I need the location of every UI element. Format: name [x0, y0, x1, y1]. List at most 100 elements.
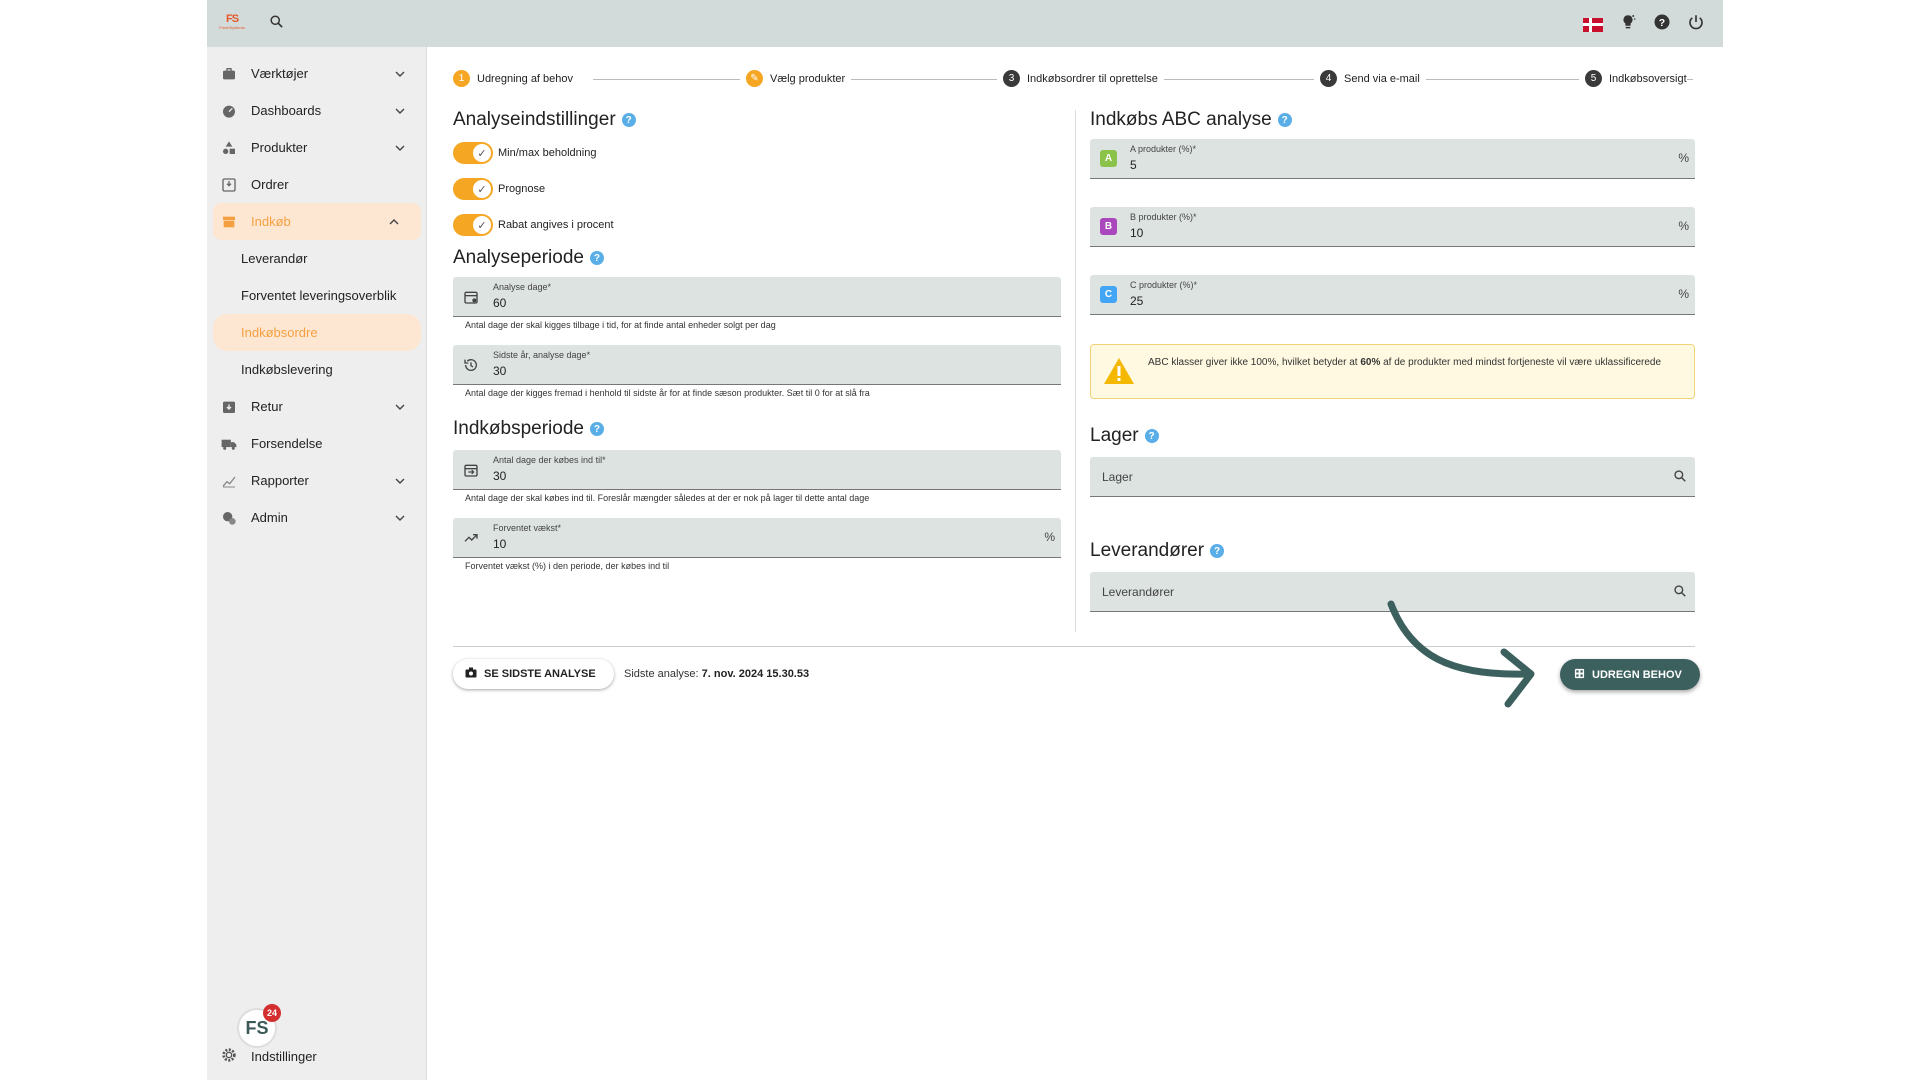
step-3[interactable]: 3 Indkøbsordrer til oprettelse — [997, 70, 1164, 87]
inbox-icon — [221, 177, 237, 193]
chevron-up-icon[interactable] — [389, 215, 399, 230]
warning-text-end: af de produkter med mindst fortjeneste v… — [1380, 357, 1662, 368]
toggle-label: Prognose — [498, 183, 546, 195]
help-icon[interactable]: ? — [1144, 429, 1159, 443]
suppliers-section: Leverandører ? — [1090, 538, 1695, 564]
step-4[interactable]: 4 Send via e-mail — [1314, 70, 1426, 87]
left-column: Analyseindstillinger ? ✓ Min/max beholdn… — [453, 107, 1061, 586]
c-badge-icon: C — [1100, 286, 1117, 303]
sidebar-item-admin[interactable]: Admin — [207, 499, 427, 536]
sidebar-item-label: Retur — [251, 399, 283, 414]
help-icon[interactable]: ? — [1210, 544, 1225, 558]
field-value: 10 — [493, 537, 507, 551]
toggle-row-min-max: ✓ Min/max beholdning — [453, 135, 1061, 171]
input-placeholder: Lager — [1102, 470, 1133, 484]
chevron-down-icon[interactable] — [395, 400, 405, 415]
app-badge[interactable]: FS 24 — [237, 1004, 281, 1048]
sidebar-subitem-forventet-leveringsoverblik[interactable]: Forventet leveringsoverblik — [207, 277, 427, 314]
field-label: A produkter (%)* — [1130, 144, 1197, 154]
help-icon[interactable]: ? — [1653, 13, 1671, 36]
danish-flag-icon[interactable] — [1583, 17, 1603, 32]
prognose-toggle[interactable]: ✓ — [453, 178, 493, 200]
sidebar-subitem-indkoebsordre[interactable]: Indkøbsordre — [213, 314, 421, 351]
trending-up-icon — [463, 530, 479, 551]
toggle-row-rabat: ✓ Rabat angives i procent — [453, 207, 1061, 243]
field-label: B produkter (%)* — [1130, 212, 1197, 222]
sidebar-item-vaerktoejer[interactable]: Værktøjer — [207, 55, 427, 92]
input-placeholder: Leverandører — [1102, 585, 1175, 599]
help-icon[interactable]: ? — [621, 113, 636, 127]
calculate-demand-button[interactable]: UDREGN BEHOV — [1560, 659, 1700, 690]
help-icon[interactable]: ? — [1277, 113, 1292, 127]
stepper: 1 Udregning af behov ✎ Vælg produkter 3 … — [453, 70, 1703, 90]
chevron-down-icon[interactable] — [395, 104, 405, 119]
toggle-label: Rabat angives i procent — [498, 219, 614, 231]
b-products-field[interactable]: B B produkter (%)* 10 % — [1090, 207, 1695, 247]
company-logo[interactable]: FS FreshSystems — [217, 13, 247, 35]
min-max-toggle[interactable]: ✓ — [453, 142, 493, 164]
toggle-label: Min/max beholdning — [498, 147, 597, 159]
chevron-down-icon[interactable] — [395, 141, 405, 156]
help-icon[interactable]: ? — [589, 251, 604, 265]
history-icon — [463, 357, 479, 378]
search-icon[interactable] — [269, 14, 284, 34]
step-2[interactable]: ✎ Vælg produkter — [740, 70, 852, 87]
sidebar-item-retur[interactable]: Retur — [207, 388, 427, 425]
field-hint: Antal dage der skal købes ind til. Fores… — [465, 493, 870, 503]
last-year-days-field[interactable]: Sidste år, analyse dage* 30 — [453, 345, 1061, 385]
c-products-field[interactable]: C C produkter (%)* 25 % — [1090, 275, 1695, 315]
sidebar-item-label: Dashboards — [251, 103, 322, 118]
analysis-days-field[interactable]: Analyse dage* 60 — [453, 277, 1061, 317]
field-label: C produkter (%)* — [1130, 280, 1198, 290]
expected-growth-field[interactable]: Forventet vækst* 10 % — [453, 518, 1061, 558]
sidebar-item-rapporter[interactable]: Rapporter — [207, 462, 427, 499]
gauge-icon — [221, 103, 237, 119]
section-title: Lager — [1090, 425, 1139, 446]
sidebar-item-indkoeb[interactable]: Indkøb — [213, 203, 421, 240]
sidebar-item-label: Forsendelse — [251, 436, 323, 451]
power-icon[interactable] — [1687, 13, 1705, 36]
sidebar-item-produkter[interactable]: Produkter — [207, 129, 427, 166]
column-divider — [1075, 110, 1076, 632]
step-number: 4 — [1320, 70, 1337, 87]
sidebar: Værktøjer Dashboards Produkter Ordrer In… — [207, 47, 427, 1080]
chevron-down-icon[interactable] — [395, 67, 405, 82]
purchase-days-field[interactable]: Antal dage der købes ind til* 30 — [453, 450, 1061, 490]
sidebar-subitem-label: Indkøbslevering — [241, 362, 333, 377]
step-number: 1 — [453, 70, 470, 87]
step-1[interactable]: 1 Udregning af behov — [453, 70, 580, 87]
field-label: Sidste år, analyse dage* — [493, 350, 591, 360]
notification-count-badge: 24 — [263, 1004, 281, 1022]
check-icon: ✓ — [473, 180, 491, 198]
field-value: 60 — [493, 296, 507, 310]
last-analysis-info: Sidste analyse: 7. nov. 2024 15.30.53 — [624, 668, 809, 680]
field-hint: Antal dage der skal kigges tilbage i tid… — [465, 320, 776, 330]
chevron-down-icon[interactable] — [395, 511, 405, 526]
search-icon[interactable] — [1673, 584, 1687, 603]
return-box-icon — [221, 399, 237, 415]
toolbox-icon — [221, 66, 237, 82]
abc-warning-alert: ABC klasser giver ikke 100%, hvilket bet… — [1090, 344, 1695, 399]
top-bar: FS FreshSystems ? — [207, 0, 1723, 47]
settings-link[interactable]: Indstillinger — [221, 1047, 317, 1066]
see-last-analysis-button[interactable]: SE SIDSTE ANALYSE — [453, 659, 614, 689]
search-icon[interactable] — [1673, 469, 1687, 488]
sidebar-item-dashboards[interactable]: Dashboards — [207, 92, 427, 129]
sidebar-item-forsendelse[interactable]: Forsendelse — [207, 425, 427, 462]
camera-icon — [465, 667, 477, 681]
lager-search-input[interactable]: Lager — [1090, 457, 1695, 497]
field-value: 30 — [493, 364, 507, 378]
lightbulb-icon[interactable] — [1619, 13, 1637, 36]
a-products-field[interactable]: A A produkter (%)* 5 % — [1090, 139, 1695, 179]
settings-label: Indstillinger — [251, 1049, 317, 1064]
sidebar-item-ordrer[interactable]: Ordrer — [207, 166, 427, 203]
sidebar-subitem-label: Leverandør — [241, 251, 308, 266]
sidebar-subitem-leverandoer[interactable]: Leverandør — [207, 240, 427, 277]
chevron-down-icon[interactable] — [395, 474, 405, 489]
chart-icon — [221, 473, 237, 489]
store-icon — [221, 214, 237, 230]
help-icon[interactable]: ? — [589, 422, 604, 436]
rabat-toggle[interactable]: ✓ — [453, 214, 493, 236]
step-5[interactable]: 5 Indkøbsoversigt — [1579, 70, 1687, 87]
sidebar-subitem-indkoebslevering[interactable]: Indkøbslevering — [207, 351, 427, 388]
